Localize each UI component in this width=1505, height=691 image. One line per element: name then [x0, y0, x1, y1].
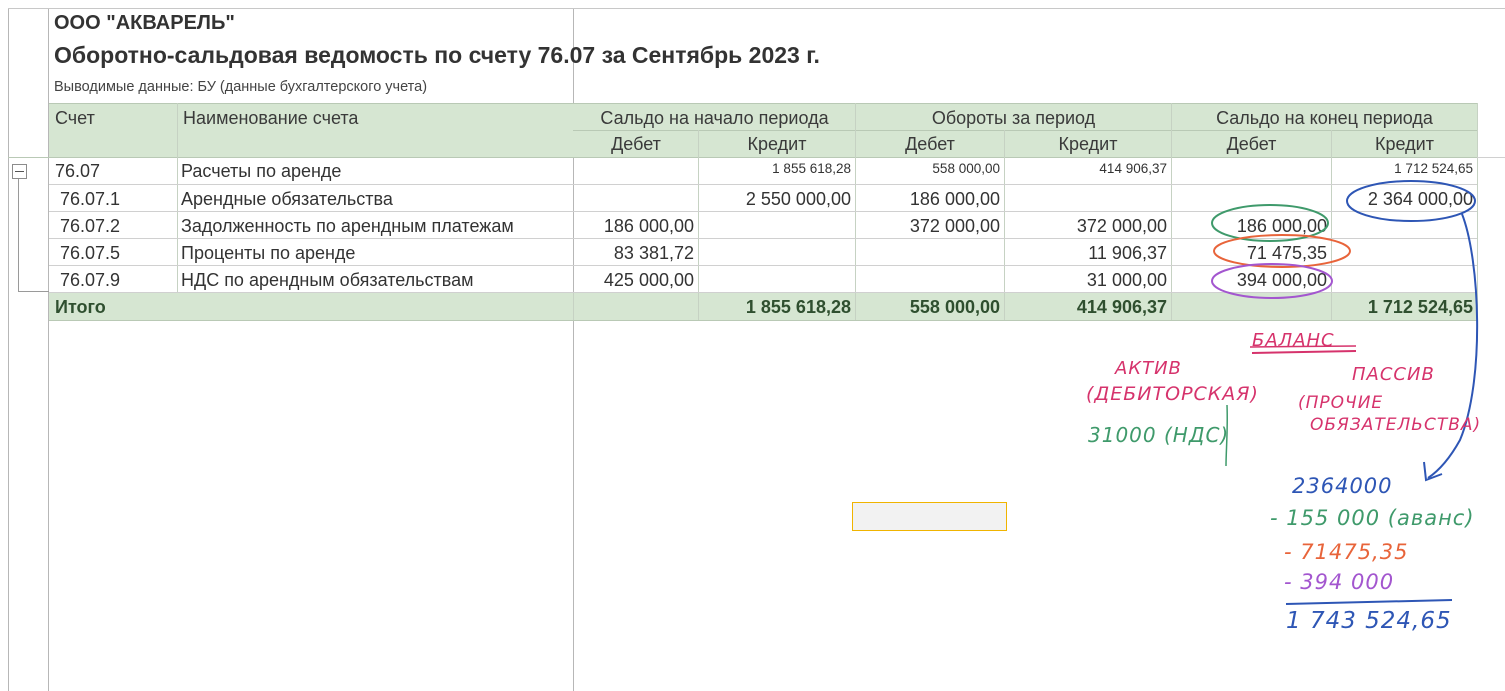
note-asset-2: (ДЕБИТОРСКАЯ): [1086, 383, 1259, 405]
note-calc-3: - 71475,35: [1284, 540, 1409, 564]
note-liability-3: ОБЯЗАТЕЛЬСТВА): [1310, 415, 1482, 435]
note-calc-4: - 394 000: [1284, 570, 1395, 594]
blue-circle-mark: [1346, 180, 1476, 222]
blue-arrow-mark: [1427, 213, 1479, 479]
note-liability-1: ПАССИВ: [1352, 364, 1435, 385]
note-calc-result: 1 743 524,65: [1286, 608, 1452, 634]
note-calc-2: - 155 000 (аванс): [1270, 506, 1475, 530]
note-balance: БАЛАНС: [1252, 330, 1335, 351]
purple-circle-mark: [1211, 263, 1333, 299]
note-asset-1: АКТИВ: [1115, 358, 1182, 379]
note-calc-1: 2364000: [1292, 474, 1393, 498]
note-asset-3: 31000 (НДС): [1088, 423, 1230, 447]
note-liability-2: (ПРОЧИЕ: [1298, 393, 1384, 413]
